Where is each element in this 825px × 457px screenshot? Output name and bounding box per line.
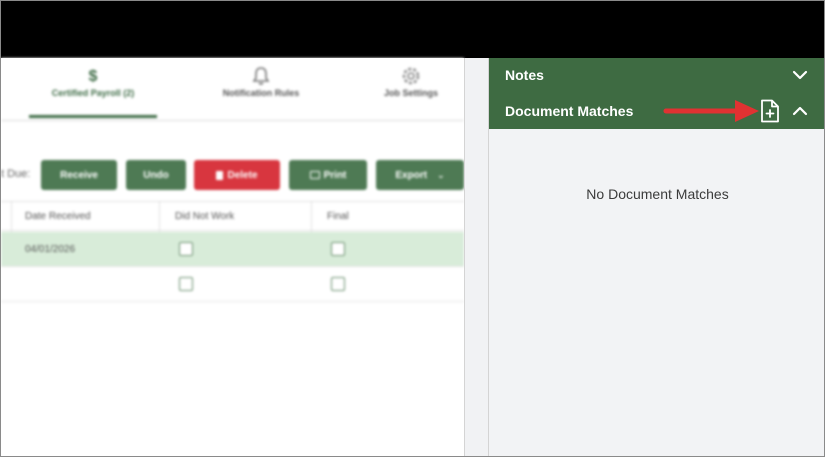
payroll-toolbar: t Due: Receive Undo Delete Print Export … bbox=[1, 158, 464, 192]
top-bar bbox=[1, 1, 824, 58]
empty-state-message: No Document Matches bbox=[586, 186, 729, 202]
side-panel: Notes Document Matches No Document Match… bbox=[489, 58, 824, 456]
gear-icon bbox=[347, 66, 475, 88]
print-button-label: Print bbox=[323, 169, 347, 181]
trash-icon bbox=[216, 170, 224, 180]
receive-button-label: Receive bbox=[60, 169, 98, 181]
tab-notification-rules[interactable]: Notification Rules bbox=[197, 66, 325, 98]
due-label: t Due: bbox=[1, 168, 31, 180]
undo-button[interactable]: Undo bbox=[126, 160, 186, 190]
receive-button[interactable]: Receive bbox=[41, 160, 117, 190]
tab-job-settings[interactable]: Job Settings bbox=[347, 66, 475, 98]
final-checkbox[interactable] bbox=[331, 277, 345, 291]
column-header-did-not-work[interactable]: Did Not Work bbox=[175, 202, 234, 230]
did-not-work-checkbox[interactable] bbox=[179, 242, 193, 256]
chevron-up-icon[interactable] bbox=[790, 101, 810, 121]
notes-title: Notes bbox=[505, 67, 544, 83]
final-checkbox[interactable] bbox=[331, 242, 345, 256]
job-content-area: $ Certified Payroll (2) Notification Rul… bbox=[1, 58, 464, 456]
dollar-icon: $ bbox=[88, 68, 98, 85]
column-divider bbox=[311, 202, 312, 232]
undo-button-label: Undo bbox=[143, 169, 169, 181]
tab-label: Certified Payroll (2) bbox=[51, 88, 135, 98]
grid-header: Date Received Did Not Work Final bbox=[1, 201, 464, 232]
tab-certified-payroll[interactable]: $ Certified Payroll (2) bbox=[29, 66, 157, 98]
chevron-down-icon[interactable] bbox=[790, 65, 810, 85]
column-divider bbox=[159, 202, 160, 232]
tabs-divider bbox=[1, 120, 464, 121]
document-matches-header[interactable]: Document Matches bbox=[489, 92, 824, 129]
printer-icon bbox=[309, 171, 320, 179]
document-matches-title: Document Matches bbox=[505, 103, 634, 119]
delete-button[interactable]: Delete bbox=[194, 160, 280, 190]
active-tab-indicator bbox=[29, 115, 157, 118]
table-row[interactable]: 04/01/2026 bbox=[1, 232, 464, 267]
chevron-down-icon: ⌄ bbox=[437, 169, 445, 180]
table-row[interactable] bbox=[1, 267, 464, 302]
screenshot-frame: $ Certified Payroll (2) Notification Rul… bbox=[0, 0, 825, 457]
tab-bar: $ Certified Payroll (2) Notification Rul… bbox=[1, 58, 464, 121]
panel-splitter[interactable] bbox=[464, 58, 489, 456]
column-header-final[interactable]: Final bbox=[327, 202, 349, 230]
print-button[interactable]: Print bbox=[289, 160, 367, 190]
annotation-arrow bbox=[663, 100, 759, 122]
delete-button-label: Delete bbox=[227, 169, 258, 181]
export-dropdown-button[interactable]: Export ⌄ bbox=[376, 160, 464, 190]
export-button-label: Export bbox=[395, 169, 428, 181]
column-header-date-received[interactable]: Date Received bbox=[25, 202, 91, 230]
column-divider bbox=[11, 202, 12, 232]
notes-header[interactable]: Notes bbox=[489, 58, 824, 92]
did-not-work-checkbox[interactable] bbox=[179, 277, 193, 291]
tab-label: Job Settings bbox=[383, 88, 438, 98]
tab-label: Notification Rules bbox=[222, 88, 300, 98]
bell-icon bbox=[197, 66, 325, 88]
date-received-cell: 04/01/2026 bbox=[25, 243, 76, 255]
